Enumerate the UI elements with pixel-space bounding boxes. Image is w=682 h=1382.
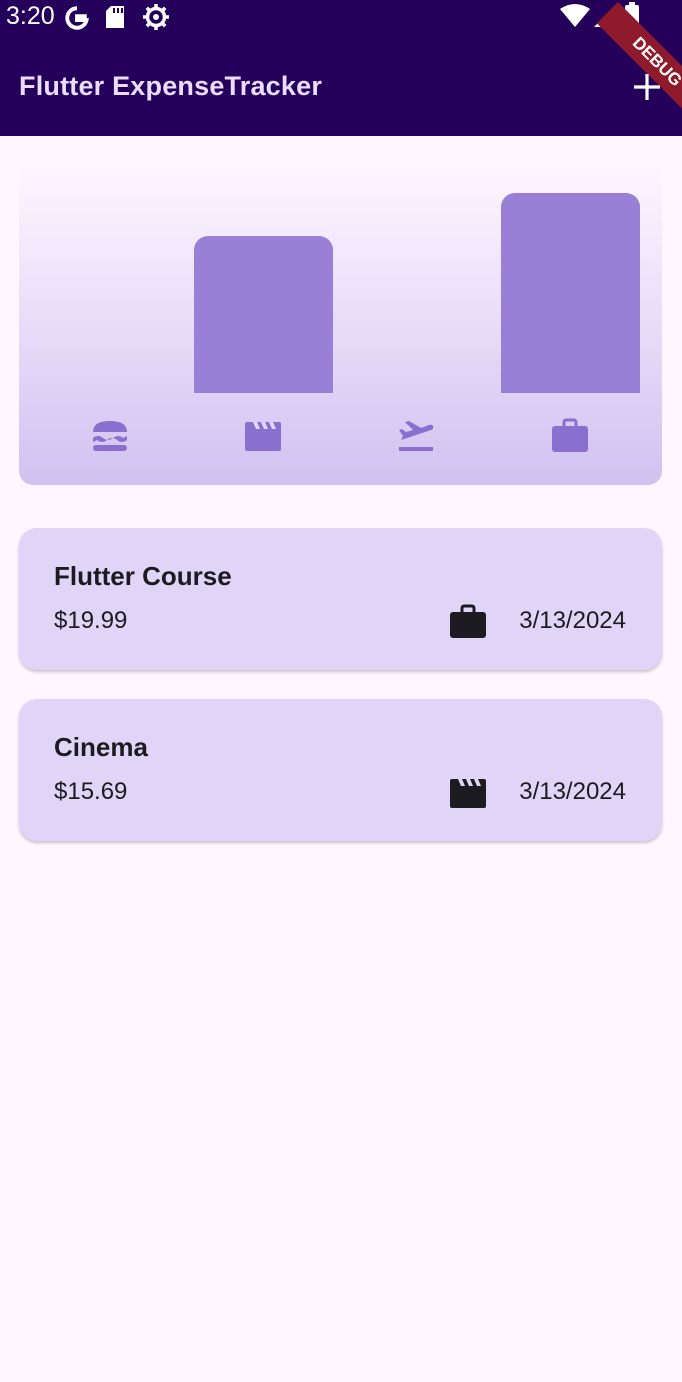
expense-date: 3/13/2024	[519, 778, 626, 805]
movie-icon	[450, 779, 486, 808]
chart-bar-work	[501, 193, 640, 393]
list-item[interactable]: Cinema $15.69 3/13/2024	[19, 699, 662, 841]
wifi-icon	[560, 4, 590, 27]
expense-title: Cinema	[54, 732, 148, 762]
status-time: 3:20	[6, 2, 55, 30]
flight-takeoff-icon	[399, 421, 434, 451]
add-icon[interactable]	[626, 66, 668, 108]
expense-amount: $15.69	[54, 778, 128, 805]
briefcase-icon	[552, 418, 588, 452]
app-bar: 3:20 DEBUG Flutter ExpenseTracker	[0, 0, 682, 136]
burger-icon	[93, 421, 127, 451]
briefcase-icon	[450, 604, 486, 638]
page-title: Flutter ExpenseTracker	[19, 71, 323, 101]
sd-card-icon	[106, 6, 124, 28]
chart-bar-leisure	[194, 236, 333, 393]
settings-icon	[143, 4, 169, 30]
expense-title: Flutter Course	[54, 561, 232, 591]
movie-icon	[245, 422, 281, 451]
list-item[interactable]: Flutter Course $19.99 3/13/2024	[19, 528, 662, 670]
google-icon	[65, 6, 89, 30]
expense-amount: $19.99	[54, 607, 128, 634]
expense-date: 3/13/2024	[519, 607, 626, 634]
